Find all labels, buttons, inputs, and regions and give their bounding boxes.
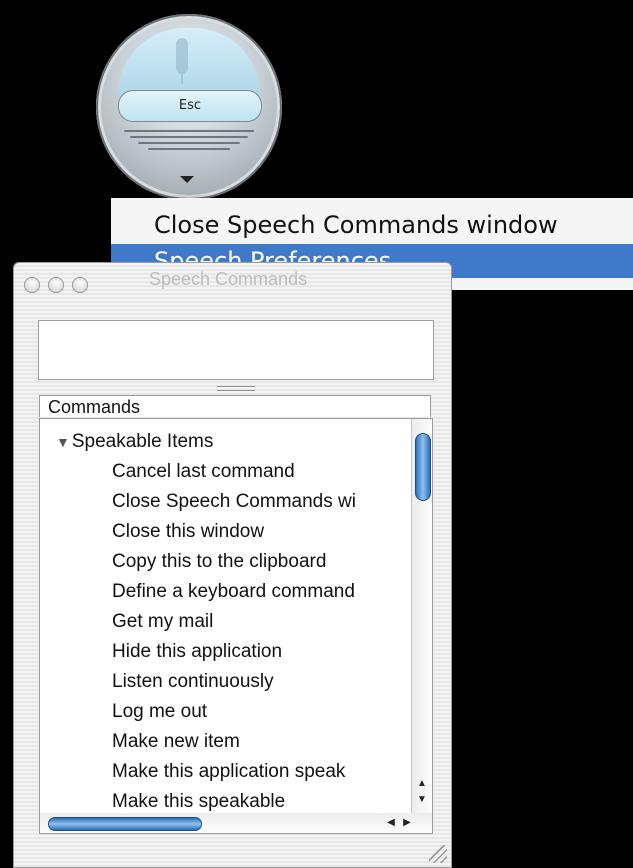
list-item[interactable]: Hide this application [40,637,404,667]
list-item[interactable]: Log me out [40,697,404,727]
list-item[interactable]: Close this window [40,517,404,547]
close-button[interactable] [24,277,40,293]
list-item[interactable]: Define a keyboard command [40,577,404,607]
vertical-scroll-thumb[interactable] [415,433,431,501]
list-item[interactable]: Get my mail [40,607,404,637]
list-item[interactable]: Make this speakable [40,787,404,813]
disclosure-triangle-icon[interactable]: ▼ [56,434,70,450]
feedback-text-pane [38,320,434,380]
resize-grip-icon[interactable] [429,845,447,863]
vertical-scrollbar[interactable]: ▲ ▼ [411,419,432,813]
title-bar[interactable]: Speech Commands [14,263,451,299]
list-item[interactable]: Cancel last command [40,457,404,487]
sound-level-bars [124,126,254,154]
listening-key-label: Esc [118,90,262,122]
scroll-left-arrow-icon[interactable]: ◀ [384,816,398,830]
speech-feedback-window: Esc [96,14,282,200]
minimize-button[interactable] [48,277,64,293]
list-item[interactable]: Close Speech Commands wi [40,487,404,517]
pane-splitter-handle[interactable] [217,386,255,394]
list-item[interactable]: Copy this to the clipboard [40,547,404,577]
scroll-up-arrow-icon[interactable]: ▲ [416,777,428,791]
window-title: Speech Commands [149,269,308,289]
speech-commands-window: Speech Commands Commands ▼ Speakable Item… [13,262,452,868]
commands-column-header[interactable]: Commands [39,395,431,417]
list-item[interactable]: Make new item [40,727,404,757]
horizontal-scroll-thumb[interactable] [48,817,202,831]
zoom-button[interactable] [72,277,88,293]
commands-list: ▼ Speakable Items Cancel last command Clo… [39,418,433,814]
horizontal-scrollbar[interactable]: ◀ ▶ [39,813,433,834]
scroll-right-arrow-icon[interactable]: ▶ [400,816,414,830]
list-item[interactable]: Listen continuously [40,667,404,697]
list-item[interactable]: Make this application speak [40,757,404,787]
microphone-icon [176,38,188,84]
triangle-down-icon[interactable] [180,176,194,183]
menu-item-close-speech-commands[interactable]: Close Speech Commands window [111,208,633,242]
group-label: Speakable Items [71,431,214,452]
scroll-down-arrow-icon[interactable]: ▼ [416,793,428,807]
group-speakable-items[interactable]: ▼ Speakable Items [40,427,404,457]
